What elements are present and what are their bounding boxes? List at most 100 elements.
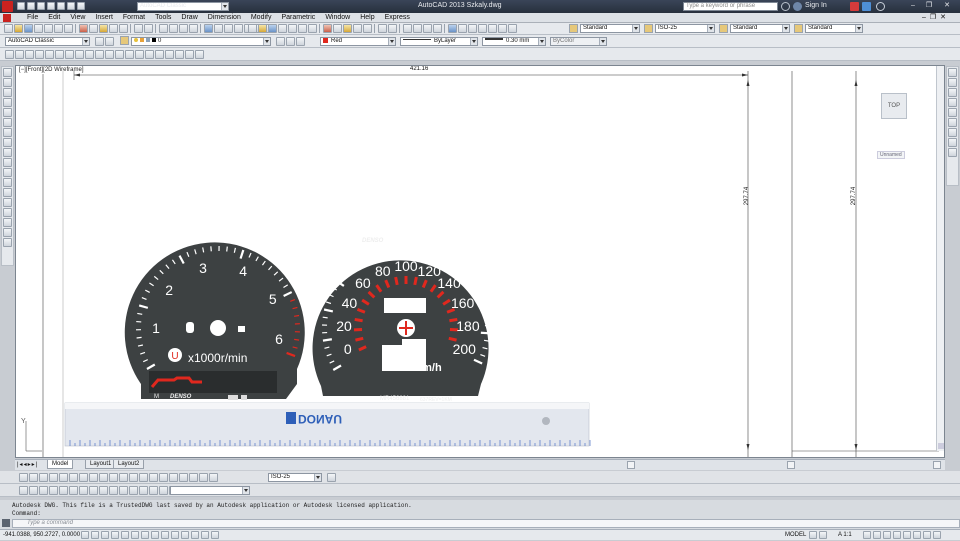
dim-jogged-icon[interactable] bbox=[69, 473, 78, 482]
layer-freeze-icon[interactable] bbox=[140, 38, 144, 42]
menu-tools[interactable]: Tools bbox=[155, 14, 171, 21]
snap-apparent-icon[interactable] bbox=[69, 486, 78, 495]
workspace-save-icon[interactable] bbox=[105, 37, 114, 46]
h-scroll-left-icon[interactable] bbox=[627, 461, 635, 469]
cut-icon[interactable] bbox=[79, 24, 88, 33]
add-selected-icon[interactable] bbox=[195, 50, 204, 59]
ucs-dropdown[interactable]: Unnamed bbox=[877, 151, 905, 159]
restore-icon[interactable]: ❐ bbox=[922, 1, 936, 11]
line-icon[interactable] bbox=[5, 50, 14, 59]
hatch-back-icon[interactable] bbox=[948, 148, 957, 157]
snap-mode-icon[interactable] bbox=[91, 531, 99, 539]
zoom-window-icon[interactable] bbox=[179, 24, 188, 33]
bring-front-icon[interactable] bbox=[948, 78, 957, 87]
menu-parametric[interactable]: Parametric bbox=[281, 14, 315, 21]
layer-lock-icon[interactable] bbox=[146, 38, 150, 42]
menu-draw[interactable]: Draw bbox=[181, 14, 197, 21]
dimstyle-bottom-dropdown[interactable]: ISO-25 bbox=[268, 473, 322, 482]
polar-icon[interactable] bbox=[121, 531, 129, 539]
dim-ordinate-icon[interactable] bbox=[49, 473, 58, 482]
tab-layout2[interactable]: Layout2 bbox=[113, 460, 144, 469]
snap-nearest-icon[interactable] bbox=[159, 486, 168, 495]
workspace-toolbar-dropdown[interactable]: AutoCAD Classic bbox=[5, 37, 90, 46]
block-editor-icon[interactable] bbox=[119, 24, 128, 33]
quick-view-drawings-icon[interactable] bbox=[819, 531, 827, 539]
match2-icon[interactable] bbox=[353, 24, 362, 33]
xline-icon[interactable] bbox=[15, 50, 24, 59]
snap-node-icon[interactable] bbox=[149, 486, 158, 495]
drawing-window-controls[interactable]: –❐✕ bbox=[922, 13, 950, 23]
command-close-icon[interactable] bbox=[2, 519, 10, 527]
grid-icon[interactable] bbox=[101, 531, 109, 539]
redo-icon[interactable] bbox=[77, 2, 85, 10]
stay-connected-icon[interactable] bbox=[862, 2, 871, 11]
help-icon[interactable] bbox=[876, 2, 885, 11]
make-current-icon[interactable] bbox=[276, 37, 285, 46]
preview2-icon[interactable] bbox=[288, 24, 297, 33]
minimize-icon[interactable]: – bbox=[906, 1, 920, 11]
qdim-icon[interactable] bbox=[99, 473, 108, 482]
rectangle-icon[interactable] bbox=[45, 50, 54, 59]
infer-constraints-icon[interactable] bbox=[81, 531, 89, 539]
move-icon[interactable] bbox=[3, 118, 12, 127]
layer-states-icon[interactable] bbox=[296, 37, 305, 46]
menu-view[interactable]: View bbox=[70, 14, 85, 21]
color-dropdown[interactable]: Red bbox=[320, 37, 396, 46]
undo2-icon[interactable] bbox=[378, 24, 387, 33]
tab-nav-arrows[interactable]: |◂◂▸▸| bbox=[17, 461, 38, 468]
zoomprev2-icon[interactable] bbox=[433, 24, 442, 33]
workspace-dropdown[interactable]: AutoCAD Classic bbox=[137, 2, 229, 11]
snap-tangent-icon[interactable] bbox=[109, 486, 118, 495]
snap-insert-icon[interactable] bbox=[139, 486, 148, 495]
layer-previous-icon[interactable] bbox=[286, 37, 295, 46]
dim-front-icon[interactable] bbox=[948, 128, 957, 137]
plot-icon[interactable] bbox=[34, 24, 43, 33]
help2-icon[interactable] bbox=[508, 24, 517, 33]
lwt-icon[interactable] bbox=[181, 531, 189, 539]
spline-icon[interactable] bbox=[85, 50, 94, 59]
polyline-icon[interactable] bbox=[25, 50, 34, 59]
tpy-icon[interactable] bbox=[191, 531, 199, 539]
menu-format[interactable]: Format bbox=[123, 14, 145, 21]
polygon-icon[interactable] bbox=[35, 50, 44, 59]
properties2-icon[interactable] bbox=[448, 24, 457, 33]
mtext-icon[interactable] bbox=[185, 50, 194, 59]
print3d2-icon[interactable] bbox=[308, 24, 317, 33]
dim-arc-icon[interactable] bbox=[39, 473, 48, 482]
open-icon[interactable] bbox=[14, 24, 23, 33]
scale-icon[interactable] bbox=[3, 138, 12, 147]
plot2-icon[interactable] bbox=[278, 24, 287, 33]
dimstyle-manager-icon[interactable] bbox=[327, 473, 336, 482]
dim-continue-icon[interactable] bbox=[119, 473, 128, 482]
dim-radius-icon[interactable] bbox=[59, 473, 68, 482]
layer-properties-icon[interactable] bbox=[120, 36, 129, 45]
zoomwin2-icon[interactable] bbox=[423, 24, 432, 33]
h-scroll-right-icon[interactable] bbox=[933, 461, 941, 469]
menu-modify[interactable]: Modify bbox=[251, 14, 272, 21]
menu-window[interactable]: Window bbox=[325, 14, 350, 21]
save-icon[interactable] bbox=[37, 2, 45, 10]
ss2-icon[interactable] bbox=[478, 24, 487, 33]
dim-style-dropdown[interactable]: ISO-25 bbox=[655, 24, 715, 33]
clean-screen-icon[interactable] bbox=[933, 531, 941, 539]
menu-help[interactable]: Help bbox=[360, 14, 374, 21]
mirror-icon[interactable] bbox=[3, 88, 12, 97]
tolerance-icon[interactable] bbox=[149, 473, 158, 482]
app-logo-icon[interactable] bbox=[2, 1, 13, 12]
snap-perpendicular-icon[interactable] bbox=[119, 486, 128, 495]
text-front-icon[interactable] bbox=[948, 118, 957, 127]
join-icon[interactable] bbox=[3, 198, 12, 207]
extend-icon[interactable] bbox=[3, 168, 12, 177]
fillet-icon[interactable] bbox=[3, 218, 12, 227]
ducs-icon[interactable] bbox=[161, 531, 169, 539]
lock-icon[interactable] bbox=[893, 531, 901, 539]
properties-icon[interactable] bbox=[204, 24, 213, 33]
break-point-icon[interactable] bbox=[3, 178, 12, 187]
annotation-scale[interactable]: A 1:1 bbox=[838, 530, 852, 540]
plotstyle-dropdown[interactable]: ByColor bbox=[550, 37, 607, 46]
publish2-icon[interactable] bbox=[298, 24, 307, 33]
autoscale-icon[interactable] bbox=[873, 531, 881, 539]
new2-icon[interactable] bbox=[248, 24, 257, 33]
menu-edit[interactable]: Edit bbox=[48, 14, 60, 21]
sc-icon[interactable] bbox=[211, 531, 219, 539]
